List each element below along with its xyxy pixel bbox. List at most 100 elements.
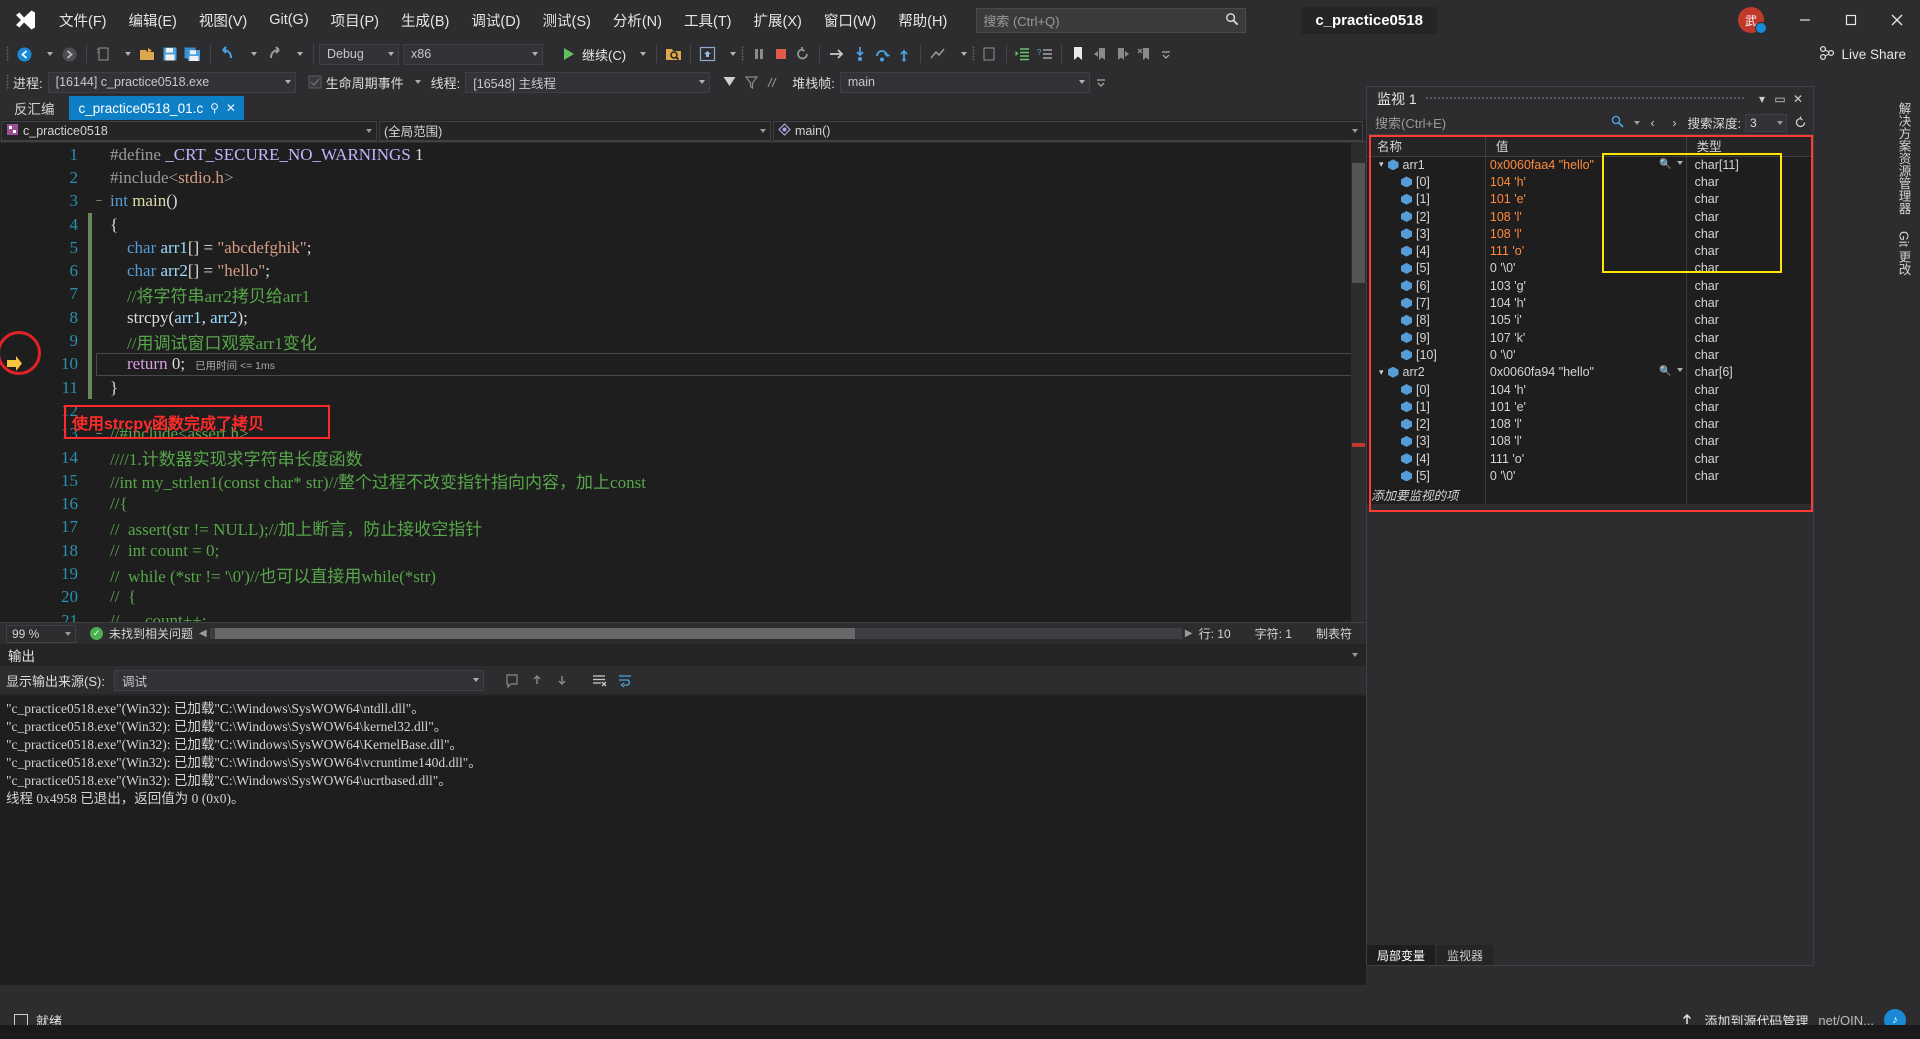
watch-name-cell[interactable]: ▾ arr2	[1367, 363, 1486, 381]
save-icon[interactable]	[159, 42, 181, 66]
watch-name-cell[interactable]: ▾ arr1	[1367, 156, 1486, 174]
code-line[interactable]: 6 char arr2[] = "hello";	[0, 259, 1366, 283]
redo-dropdown[interactable]	[286, 42, 308, 66]
code-line[interactable]: 7 //将字符串arr2拷贝给arr1	[0, 282, 1366, 307]
tab-disassembly[interactable]: 反汇编	[0, 96, 69, 120]
output-source-combo[interactable]: 调试	[113, 669, 484, 691]
attach-process-icon[interactable]	[662, 42, 685, 66]
value-visualizer-dropdown-icon[interactable]	[1676, 160, 1683, 165]
watch-name-cell[interactable]: [9]	[1367, 328, 1486, 347]
lifecycle-dropdown-icon[interactable]	[414, 80, 421, 84]
toolbar-grip-2[interactable]	[741, 45, 748, 63]
menu-extensions[interactable]: 扩展(X)	[743, 4, 813, 37]
code-line[interactable]: 5 char arr1[] = "abcdefghik";	[0, 236, 1366, 260]
watch-value-cell[interactable]: 108 'l'	[1485, 432, 1687, 451]
code-line[interactable]: 2 #include<stdio.h>	[0, 166, 1366, 189]
watch-row[interactable]: [8] 105 'i' char	[1367, 311, 1814, 329]
thread-filter-icon[interactable]	[762, 70, 784, 94]
watch-row[interactable]: [2] 108 'l' char	[1367, 207, 1814, 226]
thread-combo[interactable]: [16548] 主线程	[465, 71, 711, 93]
watch-row[interactable]: [0] 104 'h' char	[1367, 380, 1814, 399]
watch-search-next-icon[interactable]: ›	[1666, 113, 1684, 133]
watch-name-cell[interactable]: [7]	[1367, 294, 1486, 312]
watch-name-cell[interactable]: [5]	[1367, 467, 1486, 485]
code-line[interactable]: 4{	[0, 212, 1366, 237]
code-line[interactable]: 20 // {	[0, 586, 1366, 609]
menu-debug[interactable]: 调试(D)	[460, 4, 531, 37]
watch-name-cell[interactable]: [2]	[1367, 207, 1486, 226]
code-line[interactable]: 16 //{	[0, 492, 1366, 515]
watch-row[interactable]: [2] 108 'l' char	[1367, 415, 1814, 433]
watch-value-cell[interactable]: 0 '\0'	[1485, 467, 1687, 485]
watch-row[interactable]: [4] 111 'o' char	[1367, 450, 1814, 468]
watch-col-type[interactable]: 类型	[1686, 135, 1814, 157]
watch-col-name[interactable]: 名称	[1367, 135, 1486, 157]
watch-add-row[interactable]: 添加要监视的项	[1367, 484, 1814, 504]
continue-button[interactable]	[557, 42, 579, 66]
watch-value-cell[interactable]: 0 '\0'	[1485, 259, 1687, 278]
clear-output-icon[interactable]	[588, 668, 611, 692]
break-all-button[interactable]	[748, 42, 770, 66]
watch-row[interactable]: [3] 108 'l' char	[1367, 225, 1814, 243]
process-combo[interactable]: [16144] c_practice0518.exe	[47, 71, 296, 93]
editor-scroll-thumb[interactable]	[1352, 163, 1365, 283]
restart-button[interactable]	[792, 42, 814, 66]
menu-tools[interactable]: 工具(T)	[673, 4, 743, 37]
watch-maximize-icon[interactable]: ▭	[1771, 89, 1789, 109]
menu-edit[interactable]: 编辑(E)	[118, 4, 188, 37]
lifecycle-events-checkbox[interactable]	[304, 70, 326, 94]
watch-name-cell[interactable]: [4]	[1367, 242, 1486, 260]
editor-horizontal-scrollbar[interactable]: ◀ ▶	[199, 628, 1193, 640]
close-button[interactable]	[1874, 0, 1920, 40]
clear-bookmarks-icon[interactable]	[1133, 42, 1155, 66]
code-line[interactable]: 8 strcpy(arr1, arr2);	[0, 306, 1366, 330]
ctx-grip[interactable]	[6, 73, 13, 91]
output-pane-dropdown-icon[interactable]	[1352, 653, 1358, 657]
scroll-right-arrow-icon[interactable]: ▶	[1185, 628, 1193, 639]
nav-scope-combo[interactable]: (全局范围)	[379, 120, 771, 141]
watch-col-value[interactable]: 值	[1485, 135, 1687, 157]
tab-watch[interactable]: 监视器	[1437, 945, 1494, 965]
hscroll-track[interactable]	[209, 628, 1182, 639]
watch-drag-handle[interactable]	[1424, 92, 1745, 106]
watch-name-cell[interactable]: [4]	[1367, 450, 1486, 468]
nav-member-combo[interactable]: main()	[773, 120, 1363, 141]
watch-row[interactable]: [7] 104 'h' char	[1367, 294, 1814, 312]
watch-value-cell[interactable]: 104 'h'	[1485, 173, 1687, 191]
save-all-icon[interactable]	[181, 42, 205, 66]
flag-thread-icon[interactable]	[718, 70, 740, 94]
watch-name-cell[interactable]: [10]	[1367, 346, 1486, 364]
continue-dropdown[interactable]	[629, 42, 651, 66]
menu-file[interactable]: 文件(F)	[48, 4, 118, 37]
watch-name-cell[interactable]: [1]	[1367, 190, 1486, 208]
expander-icon[interactable]: ▾	[1379, 159, 1384, 170]
hot-reload-dropdown[interactable]	[719, 42, 741, 66]
watch-row[interactable]: [4] 111 'o' char	[1367, 242, 1814, 260]
watch-name-cell[interactable]: [3]	[1367, 225, 1486, 243]
menu-build[interactable]: 生成(B)	[390, 4, 460, 37]
nav-project-combo[interactable]: c_practice0518	[1, 120, 377, 141]
platform-combo[interactable]: x86	[403, 43, 543, 65]
solution-name-chip[interactable]: c_practice0518	[1301, 6, 1437, 34]
quick-search-input[interactable]: 搜索 (Ctrl+Q)	[976, 7, 1247, 33]
watch-value-cell[interactable]: 108 'l'	[1485, 225, 1687, 243]
solution-explorer-strip-label[interactable]: 解决方案资源管理器	[1895, 102, 1914, 215]
watch-row[interactable]: [1] 101 'e' char	[1367, 398, 1814, 416]
watch-name-cell[interactable]: [2]	[1367, 415, 1486, 433]
watch-row[interactable]: ▾ arr1 0x0060faa4 "hello" 🔍 char[11]	[1367, 156, 1814, 174]
show-flagged-only-icon[interactable]	[740, 70, 762, 94]
code-line[interactable]: 10 return 0; 已用时间 <= 1ms	[0, 352, 1366, 376]
menu-project[interactable]: 项目(P)	[320, 4, 390, 37]
watch-search-prev-icon[interactable]: ‹	[1644, 113, 1662, 133]
value-visualizer-icon[interactable]: 🔍	[1659, 366, 1671, 377]
zoom-level-combo[interactable]: 99 %	[6, 624, 76, 643]
watch-depth-input[interactable]: 3	[1745, 113, 1787, 132]
navigate-back-dropdown[interactable]	[36, 42, 58, 66]
watch-name-cell[interactable]: [0]	[1367, 380, 1486, 399]
next-bookmark-icon[interactable]	[1111, 42, 1133, 66]
watch-value-cell[interactable]: 104 'h'	[1485, 294, 1687, 312]
value-visualizer-dropdown-icon[interactable]	[1676, 367, 1683, 372]
watch-row[interactable]: [6] 103 'g' char	[1367, 277, 1814, 295]
code-editor[interactable]: 1 #define _CRT_SECURE_NO_WARNINGS 1 2 #incl…	[0, 143, 1366, 622]
minimize-button[interactable]	[1782, 0, 1828, 40]
